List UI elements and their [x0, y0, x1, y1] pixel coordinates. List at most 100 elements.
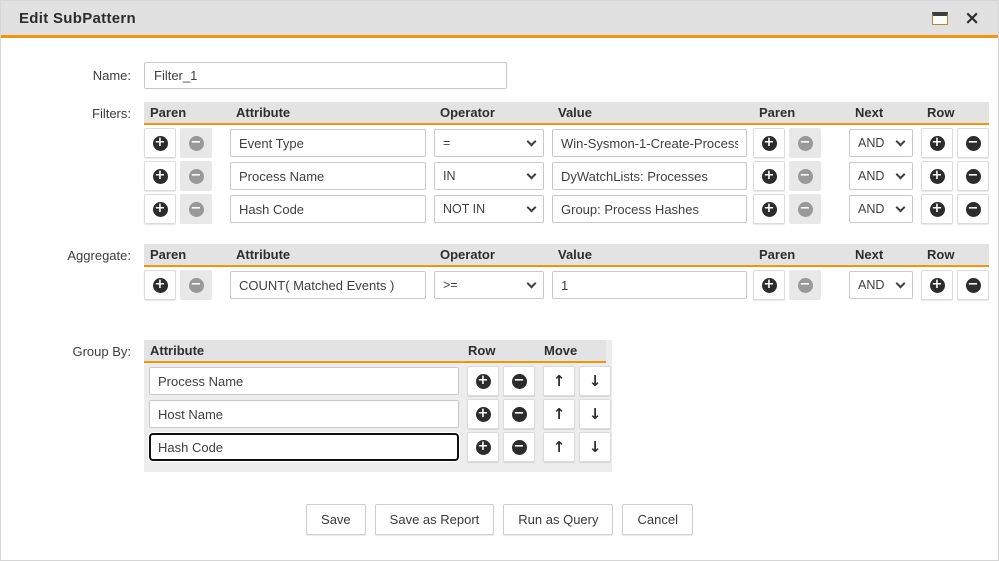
add-row-button[interactable]: +	[921, 128, 953, 158]
add-paren-button[interactable]: +	[144, 128, 176, 158]
operator-select[interactable]: NOT IN	[434, 195, 544, 223]
remove-paren-button[interactable]: −	[789, 270, 821, 300]
add-row-button[interactable]: +	[921, 270, 953, 300]
remove-row-button[interactable]: −	[957, 270, 989, 300]
header-attribute: Attribute	[230, 247, 434, 262]
add-paren-button[interactable]: +	[753, 270, 785, 300]
plus-icon: +	[476, 374, 491, 389]
close-icon[interactable]: ×	[964, 9, 980, 28]
plus-icon: +	[153, 202, 168, 217]
remove-paren-button[interactable]: −	[789, 161, 821, 191]
plus-icon: +	[930, 202, 945, 217]
name-input[interactable]	[144, 62, 507, 89]
remove-paren-button[interactable]: −	[180, 270, 212, 300]
plus-icon: +	[762, 278, 777, 293]
group-attribute-input[interactable]	[149, 367, 459, 395]
plus-icon: +	[930, 136, 945, 151]
value-input[interactable]	[552, 195, 747, 223]
arrow-up-icon: ↑	[553, 374, 566, 389]
add-row-button[interactable]: +	[467, 399, 499, 429]
add-row-button[interactable]: +	[921, 161, 953, 191]
group-by-header: Attribute Row Move	[144, 340, 606, 363]
operator-select[interactable]: IN	[434, 162, 544, 190]
remove-paren-button[interactable]: −	[180, 194, 212, 224]
minus-icon: −	[189, 202, 204, 217]
minus-icon: −	[966, 169, 981, 184]
remove-paren-button[interactable]: −	[789, 128, 821, 158]
move-down-button[interactable]: ↓	[579, 432, 611, 462]
minus-icon: −	[798, 278, 813, 293]
move-down-button[interactable]: ↓	[579, 399, 611, 429]
minus-icon: −	[189, 278, 204, 293]
value-input[interactable]	[552, 162, 747, 190]
move-down-button[interactable]: ↓	[579, 366, 611, 396]
plus-icon: +	[762, 136, 777, 151]
arrow-down-icon: ↓	[589, 374, 602, 389]
remove-row-button[interactable]: −	[503, 399, 535, 429]
remove-row-button[interactable]: −	[503, 432, 535, 462]
move-up-button[interactable]: ↑	[543, 399, 575, 429]
arrow-down-icon: ↓	[589, 407, 602, 422]
header-paren2: Paren	[753, 247, 849, 262]
add-paren-button[interactable]: +	[753, 194, 785, 224]
add-paren-button[interactable]: +	[144, 161, 176, 191]
add-paren-button[interactable]: +	[144, 194, 176, 224]
next-operator-select[interactable]: AND	[849, 162, 913, 190]
add-row-button[interactable]: +	[467, 432, 499, 462]
remove-row-button[interactable]: −	[957, 128, 989, 158]
attribute-input[interactable]	[230, 271, 426, 299]
group-by-label: Group By:	[1, 340, 144, 359]
header-attribute: Attribute	[144, 343, 462, 358]
aggregate-header: Paren Attribute Operator Value Paren Nex…	[144, 244, 989, 267]
next-operator-select[interactable]: AND	[849, 195, 913, 223]
header-operator: Operator	[434, 247, 552, 262]
attribute-input[interactable]	[230, 162, 426, 190]
name-label: Name:	[1, 62, 144, 83]
maximize-icon[interactable]	[932, 12, 948, 25]
add-paren-button[interactable]: +	[144, 270, 176, 300]
add-row-button[interactable]: +	[921, 194, 953, 224]
filters-header: Paren Attribute Operator Value Paren Nex…	[144, 102, 989, 125]
add-paren-button[interactable]: +	[753, 161, 785, 191]
group-attribute-input[interactable]	[149, 400, 459, 428]
plus-icon: +	[476, 440, 491, 455]
group-by-row: + − ↑ ↓	[144, 366, 612, 396]
add-row-button[interactable]: +	[467, 366, 499, 396]
arrow-up-icon: ↑	[553, 440, 566, 455]
add-paren-button[interactable]: +	[753, 128, 785, 158]
minus-icon: −	[798, 202, 813, 217]
remove-paren-button[interactable]: −	[180, 128, 212, 158]
value-input[interactable]	[552, 129, 747, 157]
arrow-up-icon: ↑	[553, 407, 566, 422]
operator-select[interactable]: =	[434, 129, 544, 157]
header-operator: Operator	[434, 105, 552, 120]
move-up-button[interactable]: ↑	[543, 432, 575, 462]
operator-select[interactable]: >=	[434, 271, 544, 299]
run-as-query-button[interactable]: Run as Query	[503, 504, 613, 535]
next-operator-select[interactable]: AND	[849, 129, 913, 157]
minus-icon: −	[189, 169, 204, 184]
value-input[interactable]	[552, 271, 747, 299]
next-operator-select[interactable]: AND	[849, 271, 913, 299]
minus-icon: −	[512, 374, 527, 389]
header-next: Next	[849, 247, 921, 262]
header-value: Value	[552, 105, 753, 120]
header-attribute: Attribute	[230, 105, 434, 120]
group-by-row: + − ↑ ↓	[144, 399, 612, 429]
remove-paren-button[interactable]: −	[789, 194, 821, 224]
cancel-button[interactable]: Cancel	[622, 504, 692, 535]
attribute-input[interactable]	[230, 129, 426, 157]
remove-paren-button[interactable]: −	[180, 161, 212, 191]
remove-row-button[interactable]: −	[957, 194, 989, 224]
footer-actions: Save Save as Report Run as Query Cancel	[1, 504, 998, 535]
remove-row-button[interactable]: −	[957, 161, 989, 191]
group-attribute-input[interactable]	[149, 433, 459, 461]
plus-icon: +	[762, 202, 777, 217]
minus-icon: −	[966, 136, 981, 151]
attribute-input[interactable]	[230, 195, 426, 223]
header-move: Move	[538, 343, 606, 358]
move-up-button[interactable]: ↑	[543, 366, 575, 396]
save-as-report-button[interactable]: Save as Report	[375, 504, 495, 535]
save-button[interactable]: Save	[306, 504, 366, 535]
remove-row-button[interactable]: −	[503, 366, 535, 396]
